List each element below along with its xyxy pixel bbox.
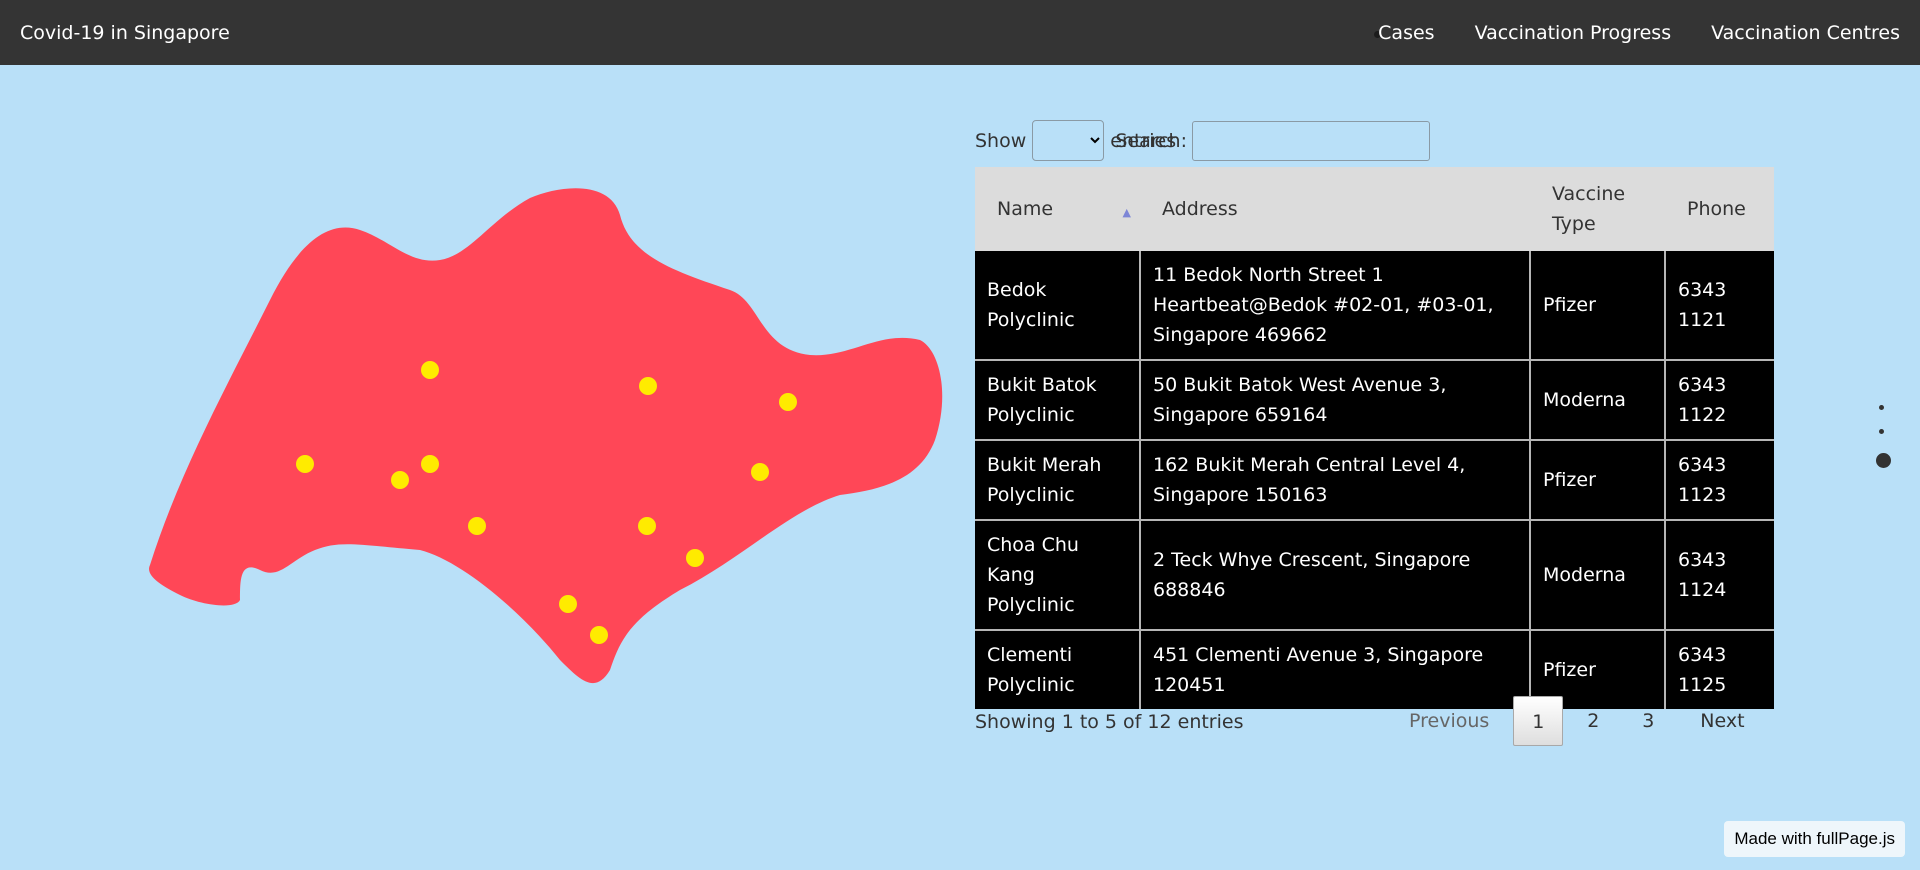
column-header-label: Vaccine Type: [1552, 183, 1626, 235]
vaccination-centre-marker[interactable]: [296, 455, 314, 473]
nav-link-vaccination-progress[interactable]: Vaccination Progress: [1475, 0, 1672, 67]
column-header-label: Address: [1162, 198, 1238, 220]
vaccination-centre-marker[interactable]: [391, 471, 409, 489]
cell-address: 162 Bukit Merah Central Level 4, Singapo…: [1139, 439, 1531, 521]
table-row: Bukit Batok Polyclinic 50 Bukit Batok We…: [975, 359, 1774, 441]
column-header-name[interactable]: Name ▲: [975, 167, 1140, 251]
table-row: Choa Chu Kang Polyclinic 2 Teck Whye Cre…: [975, 519, 1774, 631]
cell-phone: 6343 1124: [1664, 519, 1774, 631]
cell-vaccine-type: Pfizer: [1529, 251, 1666, 361]
section-nav-dot-3[interactable]: [1876, 453, 1891, 468]
column-header-phone[interactable]: Phone: [1665, 167, 1774, 251]
table-search: Search:: [1115, 121, 1430, 161]
site-brand[interactable]: Covid-19 in Singapore: [20, 0, 230, 67]
sort-ascending-icon: ▲: [1122, 206, 1131, 219]
next-page-button[interactable]: Next: [1700, 710, 1744, 732]
vaccination-centre-marker[interactable]: [559, 595, 577, 613]
vaccination-centre-marker[interactable]: [638, 517, 656, 535]
cell-phone: 6343 1123: [1664, 439, 1774, 521]
vaccination-centre-marker[interactable]: [468, 517, 486, 535]
column-header-vaccine-type[interactable]: Vaccine Type: [1530, 167, 1665, 251]
cell-name: Choa Chu Kang Polyclinic: [975, 519, 1141, 631]
cell-vaccine-type: Pfizer: [1529, 439, 1666, 521]
section-nav-dot-1[interactable]: [1878, 405, 1884, 410]
vaccination-centre-marker[interactable]: [590, 626, 608, 644]
nav-link-cases[interactable]: Cases: [1378, 0, 1434, 67]
pagination: Previous 1 2 3 Next: [1409, 696, 1745, 746]
vaccination-centre-marker[interactable]: [779, 393, 797, 411]
cell-address: 2 Teck Whye Crescent, Singapore 688846: [1139, 519, 1531, 631]
show-label: Show: [975, 129, 1027, 152]
table-row: Bedok Polyclinic 11 Bedok North Street 1…: [975, 251, 1774, 361]
table-header-row: Name ▲ Address Vaccine Type Phone: [975, 167, 1774, 251]
top-navbar: Covid-19 in Singapore Cases Vaccination …: [0, 0, 1920, 65]
previous-page-button[interactable]: Previous: [1409, 710, 1489, 732]
vaccination-centres-table: Name ▲ Address Vaccine Type Phone Bedok …: [975, 167, 1774, 709]
page-button-1[interactable]: 1: [1513, 696, 1564, 746]
column-header-label: Name: [997, 198, 1054, 220]
fullpage-watermark[interactable]: Made with fullPage.js: [1724, 821, 1905, 857]
page-button-2[interactable]: 2: [1568, 696, 1618, 746]
search-input[interactable]: [1192, 121, 1430, 161]
cell-phone: 6343 1121: [1664, 251, 1774, 361]
cell-name: Bukit Batok Polyclinic: [975, 359, 1141, 441]
vaccination-centre-marker[interactable]: [639, 377, 657, 395]
singapore-landmass: [149, 188, 943, 684]
table-info: Showing 1 to 5 of 12 entries: [975, 711, 1244, 733]
entries-per-page-select[interactable]: [1032, 120, 1105, 161]
cell-address: 50 Bukit Batok West Avenue 3, Singapore …: [1139, 359, 1531, 441]
search-label: Search:: [1115, 130, 1187, 152]
vaccination-centre-marker[interactable]: [686, 549, 704, 567]
vaccination-centre-marker[interactable]: [751, 463, 769, 481]
cell-address: 11 Bedok North Street 1 Heartbeat@Bedok …: [1139, 251, 1531, 361]
cell-name: Clementi Polyclinic: [975, 629, 1141, 709]
table-row: Bukit Merah Polyclinic 162 Bukit Merah C…: [975, 439, 1774, 521]
nav-link-vaccination-centres[interactable]: Vaccination Centres: [1711, 0, 1900, 67]
section-navigation: [1876, 405, 1891, 487]
singapore-map: [149, 188, 943, 684]
section-nav-dot-2[interactable]: [1878, 429, 1884, 434]
page-button-3[interactable]: 3: [1623, 696, 1673, 746]
cell-name: Bedok Polyclinic: [975, 251, 1141, 361]
cell-vaccine-type: Moderna: [1529, 519, 1666, 631]
cell-name: Bukit Merah Polyclinic: [975, 439, 1141, 521]
vaccination-centre-marker[interactable]: [421, 455, 439, 473]
cell-phone: 6343 1122: [1664, 359, 1774, 441]
vaccination-centre-marker[interactable]: [421, 361, 439, 379]
nav-links: Cases Vaccination Progress Vaccination C…: [1378, 0, 1900, 67]
column-header-label: Phone: [1687, 198, 1746, 220]
column-header-address[interactable]: Address: [1140, 167, 1530, 251]
cell-vaccine-type: Moderna: [1529, 359, 1666, 441]
